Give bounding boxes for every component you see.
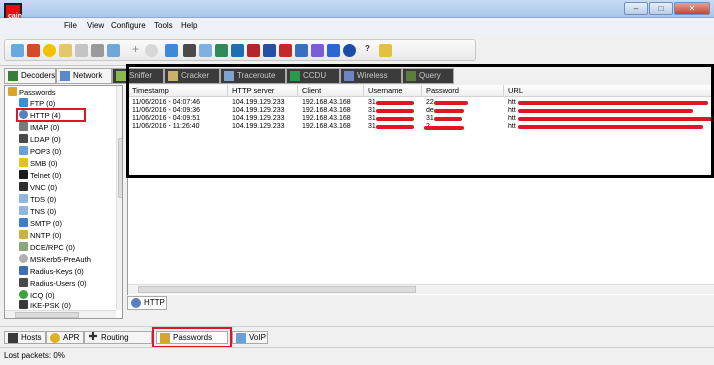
settings-icon[interactable]: [327, 44, 340, 57]
toolbar-buttons: + ?: [4, 39, 476, 61]
key-icon: [8, 87, 17, 96]
add-icon[interactable]: +: [129, 43, 142, 57]
menu-file[interactable]: File: [64, 21, 77, 30]
lm-hash-icon[interactable]: [59, 44, 72, 57]
imap-icon: [19, 122, 28, 131]
smtp-icon: [19, 218, 28, 227]
info-icon[interactable]: [343, 44, 356, 57]
tab-routing[interactable]: ✚ Routing: [84, 331, 152, 344]
remove-icon[interactable]: [145, 44, 158, 57]
ike-icon: [19, 300, 28, 309]
trace-icon[interactable]: [199, 44, 212, 57]
tree-item-dcerpc[interactable]: DCE/RPC (0): [19, 242, 75, 254]
tree-vertical-scrollbar[interactable]: [116, 86, 122, 310]
apr-icon: [50, 333, 60, 343]
start-sniffer-icon[interactable]: [27, 44, 40, 57]
ntlm-hash-icon[interactable]: [75, 44, 88, 57]
hosts-icon: [8, 333, 18, 343]
window-controls: ‒ □ ✕: [624, 2, 710, 16]
ftp-icon: [19, 98, 28, 107]
nntp-icon: [19, 230, 28, 239]
open-icon[interactable]: [11, 44, 24, 57]
smb-icon: [19, 158, 28, 167]
routing-icon: ✚: [88, 331, 98, 343]
tree-horizontal-scrollbar[interactable]: [5, 310, 116, 318]
title-bar: ‒ □ ✕: [0, 0, 714, 18]
menu-configure[interactable]: Configure: [111, 21, 146, 30]
scroll-thumb[interactable]: [138, 286, 416, 293]
help-icon[interactable]: ?: [361, 44, 374, 57]
menu-tools[interactable]: Tools: [154, 21, 173, 30]
chart-icon[interactable]: [311, 44, 324, 57]
ldap-icon: [19, 134, 28, 143]
computer-icon[interactable]: [295, 44, 308, 57]
sniffer-icon: [116, 71, 126, 81]
tree-item-smtp[interactable]: SMTP (0): [19, 218, 62, 230]
tab-voip[interactable]: VoIP: [232, 331, 268, 344]
menu-bar: File View Configure Tools Help: [0, 18, 714, 34]
minimize-button[interactable]: ‒: [624, 2, 648, 15]
menu-help[interactable]: Help: [181, 21, 197, 30]
bottom-tab-strip: Hosts APR ✚ Routing Passwords VoIP: [0, 326, 714, 347]
dcerpc-icon: [19, 242, 28, 251]
voip-icon: [236, 333, 246, 343]
ntlm-session-icon[interactable]: [91, 44, 104, 57]
tab-http-results[interactable]: HTTP: [127, 296, 167, 310]
tree-item-imap[interactable]: IMAP (0): [19, 122, 59, 134]
vnc-icon: [19, 182, 28, 191]
icq-icon: [19, 290, 28, 299]
start-apr-icon[interactable]: [43, 44, 56, 57]
radius-users-icon: [19, 278, 28, 287]
network-scan-icon[interactable]: [231, 44, 244, 57]
tree-item-vnc[interactable]: VNC (0): [19, 182, 57, 194]
tab-network[interactable]: Network: [56, 68, 112, 84]
tree-item-radius-users[interactable]: Radius-Users (0): [19, 278, 87, 290]
toolbar: + ?: [0, 34, 714, 66]
tree-item-mskerb5[interactable]: MSKerb5-PreAuth: [19, 254, 91, 266]
status-bar: Lost packets: 0%: [0, 347, 714, 365]
table-highlight-box: [126, 64, 714, 178]
exit-icon[interactable]: [379, 44, 392, 57]
http-icon: [131, 298, 141, 308]
wizard-icon[interactable]: [165, 44, 178, 57]
decoder-icon: [8, 71, 18, 81]
tns-icon: [19, 206, 28, 215]
maximize-button[interactable]: □: [649, 2, 673, 15]
tree-item-pop3[interactable]: POP3 (0): [19, 146, 61, 158]
pop3-icon: [19, 146, 28, 155]
radius-keys-icon: [19, 266, 28, 275]
base64-icon[interactable]: [183, 44, 196, 57]
tab-apr[interactable]: APR: [46, 331, 84, 344]
tds-icon: [19, 194, 28, 203]
tree-item-radius-keys[interactable]: Radius-Keys (0): [19, 266, 84, 278]
cracker-tool-icon[interactable]: [247, 44, 260, 57]
decoder-icon[interactable]: [215, 44, 228, 57]
tree-item-smb[interactable]: SMB (0): [19, 158, 58, 170]
tab-decoders[interactable]: Decoders: [4, 68, 56, 84]
tab-hosts[interactable]: Hosts: [4, 331, 46, 344]
passwords-tab-highlight-box: [152, 327, 232, 348]
scroll-thumb[interactable]: [118, 138, 122, 198]
tree-item-ldap[interactable]: LDAP (0): [19, 134, 61, 146]
scroll-thumb[interactable]: [15, 312, 79, 318]
telnet-icon: [19, 170, 28, 179]
table-horizontal-scrollbar[interactable]: [128, 284, 714, 294]
kerberos-icon: [19, 254, 28, 263]
tree-item-tns[interactable]: TNS (0): [19, 206, 56, 218]
tree-item-telnet[interactable]: Telnet (0): [19, 170, 61, 182]
http-highlight-box: [16, 108, 86, 122]
monitor-icon[interactable]: [107, 44, 120, 57]
menu-view[interactable]: View: [87, 21, 104, 30]
rsa-icon[interactable]: [279, 44, 292, 57]
ccdu-tool-icon[interactable]: [263, 44, 276, 57]
tree-item-tds[interactable]: TDS (0): [19, 194, 56, 206]
tree-item-nntp[interactable]: NNTP (0): [19, 230, 62, 242]
close-button[interactable]: ✕: [674, 2, 710, 15]
network-icon: [60, 71, 70, 81]
